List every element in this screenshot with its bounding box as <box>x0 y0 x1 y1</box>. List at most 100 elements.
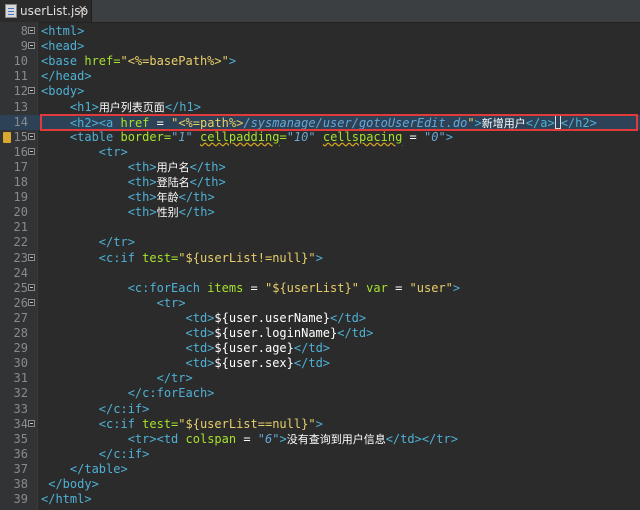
code-line[interactable]: 21 <box>0 220 640 235</box>
code-text: <head> <box>41 39 84 54</box>
code-line[interactable]: 31 </tr> <box>0 371 640 386</box>
code-text: <c:if test="${userList==null}"> <box>41 417 323 432</box>
code-token: </head> <box>41 69 92 84</box>
code-line[interactable]: 13 <h1>用户列表页面</h1> <box>0 100 640 115</box>
code-line[interactable]: 16 <tr> <box>0 145 640 160</box>
code-line[interactable]: 15 <table border="1" cellpadding="10" ce… <box>0 130 640 145</box>
code-token: <td> <box>185 310 215 325</box>
code-text: </c:if> <box>41 402 150 417</box>
code-line[interactable]: 18 <th>登陆名</th> <box>0 175 640 190</box>
code-text: <th>用户名</th> <box>41 160 226 175</box>
line-number: 33 <box>13 401 28 416</box>
code-token: = <box>243 280 265 295</box>
line-number: 19 <box>13 190 28 205</box>
code-token: <tr> <box>156 295 186 310</box>
line-number: 31 <box>13 371 28 386</box>
code-line[interactable]: 23 <c:if test="${userList!=null}"> <box>0 251 640 266</box>
code-token: </th> <box>178 190 215 205</box>
line-number: 24 <box>13 265 28 280</box>
code-token: </tr> <box>98 235 135 250</box>
code-token: <th> <box>127 175 157 189</box>
code-line[interactable]: 25 <c:forEach items = "${userList}" var … <box>0 281 640 296</box>
code-token: </td> <box>385 431 422 446</box>
editor-tab-bar: userList.jsp ✕ <box>0 0 640 23</box>
fold-toggle-icon[interactable] <box>28 27 35 34</box>
code-token: = <box>236 431 258 446</box>
code-line[interactable]: 29 <td>${user.age}</td> <box>0 341 640 356</box>
code-token: cellspacing <box>322 129 403 144</box>
code-token: "${userList==null}" <box>178 416 316 431</box>
line-number: 23 <box>13 250 28 265</box>
code-line[interactable]: 26 <tr> <box>0 296 640 311</box>
code-line[interactable]: 9 <head> <box>0 39 640 54</box>
code-line[interactable]: 38 </body> <box>0 477 640 492</box>
code-line[interactable]: 11 </head> <box>0 69 640 84</box>
code-line[interactable]: 17 <th>用户名</th> <box>0 160 640 175</box>
line-number: 39 <box>13 492 28 507</box>
fold-toggle-icon[interactable] <box>28 298 35 306</box>
code-token: > <box>315 250 323 265</box>
fold-toggle-icon[interactable] <box>28 253 35 261</box>
code-token: </c:if> <box>98 446 150 461</box>
code-token: <tr> <box>98 144 128 159</box>
code-line[interactable]: 33 </c:if> <box>0 402 640 417</box>
code-line[interactable]: 27 <td>${user.userName}</td> <box>0 311 640 326</box>
code-token: test= <box>142 250 179 265</box>
code-line[interactable]: 19 <th>年龄</th> <box>0 190 640 205</box>
code-token: = <box>402 129 425 144</box>
close-icon[interactable]: ✕ <box>78 3 87 16</box>
code-line[interactable]: 12 <body> <box>0 84 640 99</box>
line-number: 12 <box>13 84 28 99</box>
line-number: 21 <box>13 220 28 235</box>
line-number: 35 <box>13 431 28 446</box>
line-number: 28 <box>13 326 28 340</box>
jsp-file-icon <box>5 4 17 18</box>
code-text: <th>年龄</th> <box>41 190 215 205</box>
fold-toggle-icon[interactable] <box>28 419 35 427</box>
code-line[interactable]: 32 </c:forEach> <box>0 386 640 401</box>
code-line[interactable]: 35 <tr><td colspan = "6">没有查询到用户信息</td><… <box>0 432 640 447</box>
tab-userlist-jsp[interactable]: userList.jsp ✕ <box>0 0 92 22</box>
code-line[interactable]: 22 </tr> <box>0 235 640 250</box>
code-token: = <box>387 280 410 295</box>
fold-toggle-icon[interactable] <box>28 132 35 140</box>
code-token: "${userList!=null}" <box>178 250 316 265</box>
line-number: 36 <box>13 446 28 461</box>
code-token: ${user.loginName} <box>214 326 338 340</box>
code-text: <td>${user.age}</td> <box>41 341 331 356</box>
line-number: 22 <box>13 235 28 250</box>
line-number: 11 <box>13 69 28 84</box>
code-line[interactable]: 28 <td>${user.loginName}</td> <box>0 326 640 341</box>
code-line[interactable]: 20 <th>性别</th> <box>0 205 640 220</box>
code-line[interactable]: 36 </c:if> <box>0 447 640 462</box>
code-line[interactable]: 37 </table> <box>0 462 640 477</box>
code-line[interactable]: 24 <box>0 266 640 281</box>
code-line[interactable]: 10 <base href="<%=basePath%>"> <box>0 54 640 69</box>
code-token: </td> <box>337 326 374 340</box>
code-line[interactable]: 8 <html> <box>0 24 640 39</box>
fold-toggle-icon[interactable] <box>28 147 35 155</box>
code-token: <c:if <box>98 250 143 265</box>
code-token: </tr> <box>421 431 458 446</box>
code-token: 登陆名 <box>156 176 190 189</box>
fold-toggle-icon[interactable] <box>28 42 35 50</box>
code-token: <td <box>156 431 186 446</box>
code-text: <th>性别</th> <box>41 205 215 220</box>
code-token: </html> <box>41 492 92 507</box>
line-number: 9 <box>20 39 28 54</box>
code-line[interactable]: 34 <c:if test="${userList==null}"> <box>0 417 640 432</box>
fold-toggle-icon[interactable] <box>28 283 35 291</box>
code-line[interactable]: 30 <td>${user.sex}</td> <box>0 356 640 371</box>
fold-toggle-icon[interactable] <box>28 87 35 95</box>
code-token: <c:forEach <box>127 280 208 295</box>
code-text: <html> <box>41 24 84 39</box>
code-line[interactable]: 39 </html> <box>0 492 640 507</box>
code-token: <tr> <box>127 431 157 446</box>
line-number: 17 <box>13 159 28 174</box>
